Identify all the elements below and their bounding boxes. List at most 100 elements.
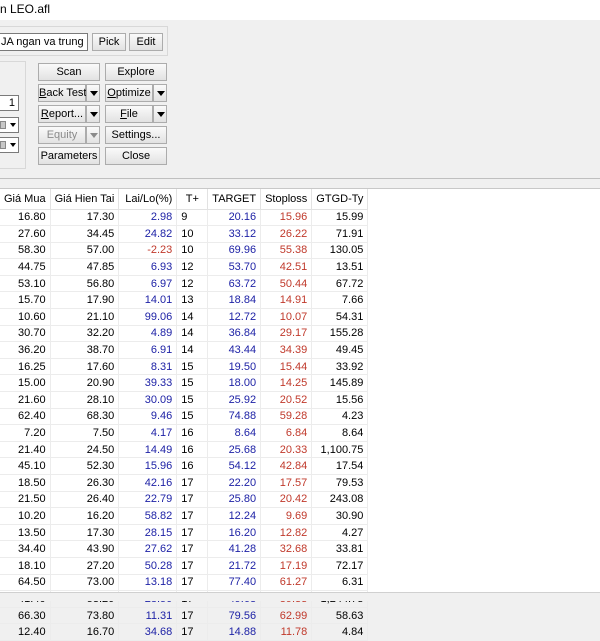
table-cell: 16: [176, 441, 209, 459]
table-cell: 13.51: [311, 258, 369, 276]
table-cell: 15: [176, 391, 209, 409]
table-cell: 50.28: [118, 557, 178, 575]
column-header[interactable]: Giá Hien Tai: [50, 189, 120, 210]
table-row[interactable]: 12.40 16.70 34.68 17 14.88 11.78 4.84: [0, 623, 369, 641]
backtest-dropdown-arrow[interactable]: [86, 84, 100, 102]
table-cell: 34.45: [50, 225, 120, 243]
parameters-button[interactable]: Parameters: [38, 147, 100, 165]
table-row[interactable]: 30.70 32.20 4.89 14 36.84 29.17 155.28: [0, 325, 369, 343]
table-row[interactable]: 66.30 73.80 11.31 17 79.56 62.99 58.63: [0, 607, 369, 625]
table-row[interactable]: 21.40 24.50 14.49 16 25.68 20.33 1,100.75: [0, 441, 369, 459]
table-row[interactable]: 27.60 34.45 24.82 10 33.12 26.22 71.91: [0, 225, 369, 243]
results-grid[interactable]: Giá Mua Giá Hien Tai Lai/Lo(%) T+ TARGET Stop…: [0, 188, 600, 641]
table-cell: 62.40: [0, 408, 51, 426]
table-cell: 33.81: [311, 540, 369, 558]
table-cell: 17: [176, 524, 209, 542]
table-row[interactable]: 16.80 17.30 2.98 9 20.16 15.96 15.99: [0, 209, 369, 227]
optimize-button[interactable]: Optimize: [105, 84, 153, 102]
chevron-down-icon: [10, 143, 16, 147]
table-cell: 20.42: [260, 491, 313, 509]
to-date-combo[interactable]: [0, 137, 19, 153]
table-row[interactable]: 21.60 28.10 30.09 15 25.92 20.52 15.56: [0, 391, 369, 409]
table-row[interactable]: 15.00 20.90 39.33 15 18.00 14.25 145.89: [0, 374, 369, 393]
table-row[interactable]: 21.50 26.40 22.79 17 25.80 20.42 243.08: [0, 491, 369, 509]
table-row[interactable]: 45.10 52.30 15.96 16 54.12 42.84 17.54: [0, 457, 369, 475]
table-cell: 17.90: [50, 291, 120, 310]
table-row[interactable]: 64.50 73.00 13.18 17 77.40 61.27 6.31: [0, 574, 369, 592]
report-dropdown-arrow[interactable]: [86, 105, 100, 123]
table-cell: 58.82: [118, 507, 178, 525]
range-n-input[interactable]: 1: [0, 95, 19, 111]
table-cell: 15.70: [0, 291, 51, 310]
table-row[interactable]: 13.50 17.30 28.15 17 16.20 12.82 4.27: [0, 524, 369, 542]
backtest-button[interactable]: Back Test: [38, 84, 87, 102]
formula-path-field[interactable]: JA ngan va trung han: [0, 33, 88, 51]
table-body: 16.80 17.30 2.98 9 20.16 15.96 15.99 27.60 34.45…: [0, 209, 369, 641]
table-cell: 15.99: [311, 209, 369, 227]
file-button[interactable]: File: [105, 105, 153, 123]
table-row[interactable]: 58.30 57.00 -2.23 10 69.96 55.38 130.05: [0, 242, 369, 260]
table-cell: 17.30: [50, 524, 120, 542]
optimize-dropdown-arrow[interactable]: [153, 84, 167, 102]
table-cell: 17: [176, 574, 209, 592]
table-cell: 50.44: [260, 275, 313, 293]
table-cell: 30.70: [0, 325, 51, 343]
column-header[interactable]: Lai/Lo(%): [118, 189, 178, 210]
table-row[interactable]: 15.70 17.90 14.01 13 18.84 14.91 7.66: [0, 291, 369, 310]
table-cell: 15: [176, 374, 209, 393]
table-row[interactable]: 18.50 26.30 42.16 17 22.20 17.57 79.53: [0, 474, 369, 492]
column-header[interactable]: TARGET: [207, 189, 262, 210]
equity-button[interactable]: Equity: [38, 126, 86, 144]
table-cell: 18.00: [207, 374, 262, 393]
table-cell: 49.45: [311, 341, 369, 359]
table-cell: 38.70: [50, 341, 120, 359]
table-cell: 43.90: [50, 540, 120, 558]
panel-divider: [0, 178, 600, 179]
column-header[interactable]: Giá Mua: [0, 189, 51, 210]
table-cell: 17.57: [260, 474, 313, 492]
table-cell: 20.33: [260, 441, 313, 459]
table-row[interactable]: 36.20 38.70 6.91 14 43.44 34.39 49.45: [0, 341, 369, 359]
table-row[interactable]: 7.20 7.50 4.17 16 8.64 6.84 8.64: [0, 424, 369, 442]
settings-button[interactable]: Settings...: [105, 126, 167, 144]
table-row[interactable]: 62.40 68.30 9.46 15 74.88 59.28 4.23: [0, 408, 369, 426]
table-row[interactable]: 53.10 56.80 6.97 12 63.72 50.44 67.72: [0, 275, 369, 293]
edit-button[interactable]: Edit: [129, 33, 163, 51]
table-cell: 33.12: [207, 225, 262, 243]
close-button[interactable]: Close: [105, 147, 167, 165]
table-cell: 17: [176, 557, 209, 575]
from-date-combo[interactable]: [0, 117, 19, 133]
column-header[interactable]: T+: [176, 189, 209, 210]
table-cell: 27.62: [118, 540, 178, 558]
table-cell: 54.31: [311, 308, 369, 326]
table-cell: 17.19: [260, 557, 313, 575]
file-dropdown-arrow[interactable]: [153, 105, 167, 123]
column-header[interactable]: GTGD-Ty: [311, 189, 369, 210]
equity-dropdown-arrow[interactable]: [86, 126, 100, 144]
table-cell: 12.72: [207, 308, 262, 326]
table-cell: 45.10: [0, 457, 51, 475]
table-row[interactable]: 16.25 17.60 8.31 15 19.50 15.44 33.92: [0, 358, 369, 376]
pick-button[interactable]: Pick: [92, 33, 126, 51]
table-cell: 9.69: [260, 507, 313, 525]
report-button[interactable]: Report...: [38, 105, 86, 123]
table-cell: 17: [176, 474, 209, 492]
explore-button[interactable]: Explore: [105, 63, 167, 81]
table-cell: 21.50: [0, 491, 51, 509]
table-cell: 15.96: [260, 209, 313, 227]
table-cell: 12.82: [260, 524, 313, 542]
table-cell: 99.06: [118, 308, 178, 326]
table-row[interactable]: 44.75 47.85 6.93 12 53.70 42.51 13.51: [0, 258, 369, 276]
table-cell: 6.31: [311, 574, 369, 592]
table-cell: 7.50: [50, 424, 120, 442]
column-header[interactable]: Stoploss: [260, 189, 313, 210]
table-cell: 9.46: [118, 408, 178, 426]
scan-button[interactable]: Scan: [38, 63, 100, 81]
table-row[interactable]: 34.40 43.90 27.62 17 41.28 32.68 33.81: [0, 540, 369, 558]
table-row[interactable]: 10.20 16.20 58.82 17 12.24 9.69 30.90: [0, 507, 369, 525]
table-row[interactable]: 18.10 27.20 50.28 17 21.72 17.19 72.17: [0, 557, 369, 575]
table-cell: 17: [176, 623, 209, 641]
table-cell: 79.56: [207, 607, 262, 625]
table-cell: 21.10: [50, 308, 120, 326]
table-row[interactable]: 10.60 21.10 99.06 14 12.72 10.07 54.31: [0, 308, 369, 326]
